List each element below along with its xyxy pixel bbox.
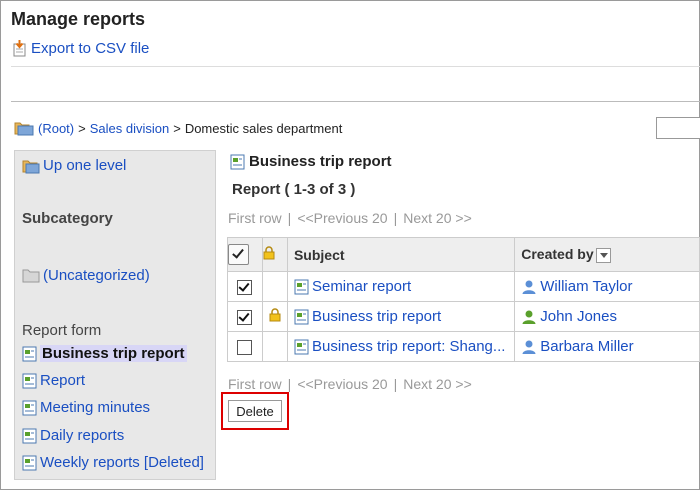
breadcrumb-sales-link[interactable]: Sales division — [90, 121, 170, 136]
page-title: Manage reports — [11, 9, 146, 29]
folder-up-icon — [22, 158, 40, 174]
export-icon — [12, 40, 28, 57]
user-name: Barbara Miller — [540, 338, 634, 355]
first-row-link: First row — [228, 376, 282, 392]
report-form-icon — [22, 400, 37, 416]
delete-button[interactable]: Delete — [228, 400, 282, 422]
sidebar-item-label: Daily reports — [40, 427, 125, 444]
user-link[interactable]: William Taylor — [521, 278, 699, 295]
next-20-link: Next 20 >> — [403, 210, 472, 226]
sidebar-item-label: Weekly reports [Deleted] — [40, 454, 204, 471]
sidebar-item-weekly-reports[interactable]: Weekly reports [Deleted] — [22, 454, 204, 471]
report-icon — [294, 339, 309, 355]
first-row-link: First row — [228, 210, 282, 226]
sort-dropdown-icon[interactable] — [595, 247, 611, 263]
row-checkbox[interactable] — [237, 339, 253, 355]
report-subject-text: Seminar report — [311, 278, 412, 295]
sidebar-item-uncategorized[interactable]: (Uncategorized) — [22, 267, 150, 284]
user-name: John Jones — [540, 308, 617, 325]
report-icon — [294, 279, 309, 295]
subcategory-heading: Subcategory — [22, 210, 113, 227]
sidebar: Up one level Subcategory (Uncategorized)… — [14, 150, 216, 480]
created-by-column-header[interactable]: Created by — [514, 237, 700, 272]
next-20-link: Next 20 >> — [403, 376, 472, 392]
report-form-icon — [22, 455, 37, 471]
row-checkbox[interactable] — [237, 279, 253, 295]
lock-column-header — [261, 237, 288, 272]
sidebar-item-report[interactable]: Report — [22, 372, 85, 389]
up-one-level-label: Up one level — [43, 157, 127, 174]
report-form-icon — [22, 373, 37, 389]
report-form-icon — [22, 346, 37, 362]
user-icon — [521, 309, 537, 325]
up-one-level-link[interactable]: Up one level — [22, 157, 126, 174]
previous-20-link: <<Previous 20 — [297, 376, 388, 392]
pager-separator: | — [287, 376, 292, 392]
divider — [11, 101, 700, 102]
folder-icon — [14, 120, 34, 136]
sidebar-item-business-trip-report[interactable]: Business trip report — [22, 345, 187, 362]
report-subject-link[interactable]: Seminar report — [294, 278, 514, 295]
breadcrumb-root-link[interactable]: (Root) — [38, 121, 74, 136]
report-form-title-text: Business trip report — [249, 153, 392, 170]
select-all-cell — [227, 237, 263, 272]
select-all-checkbox[interactable] — [228, 244, 249, 265]
delete-highlight-box: Delete — [221, 392, 289, 430]
report-subject-text: Business trip report: Shang... — [311, 338, 506, 355]
sidebar-item-label: Meeting minutes — [40, 399, 151, 416]
user-link[interactable]: Barbara Miller — [521, 338, 699, 355]
table-row: Business trip report: Shang... Barbara M… — [227, 331, 700, 362]
report-form-icon — [22, 428, 37, 444]
pager-top: First row | <<Previous 20 | Next 20 >> — [228, 210, 472, 226]
pager-separator: | — [393, 376, 398, 392]
export-label: Export to CSV file — [31, 40, 150, 57]
report-form-title: Business trip report — [230, 153, 392, 170]
created-by-label: Created by — [521, 246, 594, 263]
sidebar-item-label: (Uncategorized) — [43, 267, 150, 284]
result-count: Report ( 1-3 of 3 ) — [232, 181, 356, 198]
breadcrumb-separator: > — [173, 120, 181, 136]
sidebar-item-label: Report — [40, 372, 86, 389]
table-row: Seminar report William Taylor — [227, 271, 700, 302]
report-subject-link[interactable]: Business trip report: Shang... — [294, 338, 514, 355]
report-subject-link[interactable]: Business trip report — [294, 308, 514, 325]
sidebar-item-meeting-minutes[interactable]: Meeting minutes — [22, 399, 150, 416]
lock-icon — [263, 246, 275, 260]
sidebar-item-daily-reports[interactable]: Daily reports — [22, 427, 124, 444]
pager-bottom: First row | <<Previous 20 | Next 20 >> — [228, 376, 472, 392]
report-form-heading: Report form — [22, 322, 102, 339]
lock-icon — [269, 307, 281, 322]
table-row: Business trip report John Jones — [227, 301, 700, 332]
pager-separator: | — [287, 210, 292, 226]
breadcrumb-current: Domestic sales department — [184, 120, 343, 136]
report-subject-text: Business trip report — [311, 308, 442, 325]
breadcrumb: (Root) > Sales division > Domestic sales… — [14, 120, 342, 136]
user-icon — [521, 339, 537, 355]
pager-separator: | — [393, 210, 398, 226]
sidebar-item-label: Business trip report — [40, 345, 187, 362]
report-form-icon — [230, 154, 245, 170]
export-csv-link[interactable]: Export to CSV file — [12, 40, 149, 57]
previous-20-link: <<Previous 20 — [297, 210, 388, 226]
user-name: William Taylor — [540, 278, 633, 295]
subject-column-header: Subject — [286, 237, 516, 272]
search-input[interactable] — [656, 117, 700, 139]
user-icon — [521, 279, 537, 295]
table-header-row: Subject Created by — [227, 237, 700, 272]
folder-icon — [22, 268, 40, 283]
divider — [11, 66, 700, 67]
breadcrumb-separator: > — [78, 120, 86, 136]
user-link[interactable]: John Jones — [521, 308, 699, 325]
row-checkbox[interactable] — [237, 309, 253, 325]
report-icon — [294, 309, 309, 325]
report-table: Subject Created by Seminar report Willia… — [227, 237, 700, 362]
